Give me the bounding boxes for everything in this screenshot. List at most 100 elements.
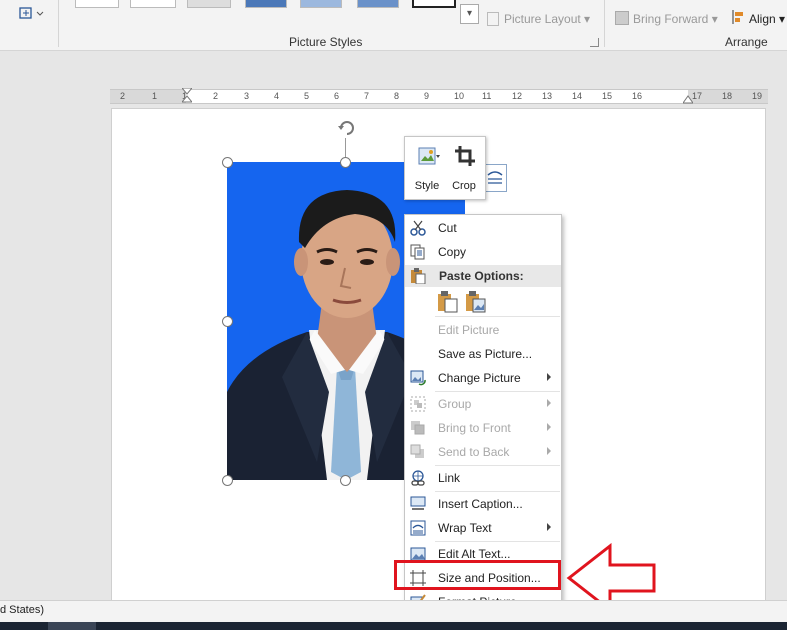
change-picture-icon — [410, 370, 426, 386]
crop-label: Crop — [452, 180, 476, 192]
style-button[interactable]: Style — [408, 143, 446, 195]
ribbon: ▾ Picture Layout ▾ Picture Styles Bring … — [0, 0, 787, 51]
link-icon — [410, 470, 426, 486]
paste-icon — [410, 268, 426, 285]
picture-layout-icon — [487, 12, 499, 26]
picture-style-4[interactable] — [245, 0, 287, 8]
ruler-number: 7 — [364, 91, 370, 101]
ruler-number: 17 — [692, 91, 703, 101]
ruler-number: 16 — [632, 91, 643, 101]
picture-style-icon — [418, 146, 440, 168]
ruler-number: 12 — [512, 91, 523, 101]
menu-label-bring-to-front: Bring to Front — [438, 421, 511, 435]
ruler-number: 2 — [213, 91, 219, 101]
picture-style-7[interactable] — [412, 0, 456, 8]
crop-button[interactable]: Crop — [445, 143, 483, 195]
menu-item-insert-caption[interactable]: Insert Caption... — [405, 492, 561, 516]
align-button[interactable]: Align ▾ — [749, 12, 785, 26]
submenu-arrow-icon — [547, 373, 551, 381]
picture-style-6[interactable] — [357, 0, 399, 8]
ruler-number: 2 — [120, 91, 126, 101]
resize-handle-left[interactable] — [222, 316, 233, 327]
bring-to-front-icon — [410, 420, 426, 436]
picture-style-5[interactable] — [300, 0, 342, 8]
paste-keep-formatting-icon[interactable] — [437, 291, 459, 313]
resize-handle-top[interactable] — [340, 157, 351, 168]
resize-handle-bottom[interactable] — [340, 475, 351, 486]
insert-caption-icon — [410, 496, 426, 512]
crop-icon — [455, 146, 475, 166]
paste-options-label: Paste Options: — [439, 269, 524, 283]
rotate-handle-icon[interactable] — [335, 116, 359, 140]
menu-label-insert-caption: Insert Caption... — [438, 497, 523, 511]
menu-label-send-to-back: Send to Back — [438, 445, 510, 459]
picture-styles-group-label: Picture Styles — [289, 35, 363, 49]
scissors-icon — [410, 220, 426, 236]
bring-forward-icon — [615, 11, 629, 25]
ruler-number: 8 — [394, 91, 400, 101]
indent-marker-icon[interactable] — [180, 87, 194, 104]
menu-item-group[interactable]: Group — [405, 392, 561, 416]
dialog-launcher-icon[interactable] — [590, 38, 599, 47]
picture-style-2[interactable] — [130, 0, 176, 8]
bring-forward-button[interactable]: Bring Forward ▾ — [633, 12, 718, 26]
ruler-number: 11 — [482, 91, 492, 101]
arrange-group-label: Arrange — [725, 35, 768, 49]
paste-picture-icon[interactable] — [465, 291, 487, 313]
menu-item-save-as-picture[interactable]: Save as Picture... — [405, 342, 561, 366]
menu-item-link[interactable]: Link — [405, 466, 561, 490]
menu-item-copy[interactable]: Copy — [405, 240, 561, 264]
resize-handle-bottom-left[interactable] — [222, 475, 233, 486]
ruler-number: 6 — [334, 91, 340, 101]
menu-label-wrap-text: Wrap Text — [438, 521, 492, 535]
status-text: d States) — [0, 604, 45, 616]
gallery-more-button[interactable]: ▾ — [460, 4, 479, 24]
paste-options-header: Paste Options: — [405, 265, 561, 287]
right-indent-marker-icon[interactable] — [682, 93, 694, 104]
menu-label-group: Group — [438, 397, 472, 411]
submenu-arrow-icon — [547, 523, 551, 531]
picture-layout-button[interactable]: Picture Layout ▾ — [504, 12, 590, 26]
ruler-number: 14 — [572, 91, 583, 101]
layout-options-icon[interactable] — [483, 164, 507, 192]
status-bar: d States) — [0, 600, 787, 623]
undo-layout-icon[interactable] — [18, 5, 44, 21]
menu-label-edit-alt-text: Edit Alt Text... — [438, 547, 511, 561]
wrap-text-icon — [410, 520, 426, 536]
copy-icon — [410, 244, 426, 260]
menu-item-edit-picture[interactable]: Edit Picture — [405, 318, 561, 342]
horizontal-ruler[interactable]: 2 1 1 2 3 4 5 6 7 8 9 10 11 12 13 14 15 16 17 18 19 — [110, 87, 768, 104]
submenu-arrow-icon — [547, 423, 551, 431]
annotation-highlight-box — [394, 560, 561, 590]
menu-label-save-as-picture: Save as Picture... — [438, 347, 533, 361]
resize-handle-top-left[interactable] — [222, 157, 233, 168]
menu-label-copy: Copy — [438, 245, 467, 259]
menu-label-link: Link — [438, 471, 461, 485]
align-icon — [732, 10, 744, 24]
taskbar — [0, 622, 787, 630]
ruler-number: 5 — [304, 91, 310, 101]
menu-label-cut: Cut — [438, 221, 457, 235]
menu-item-wrap-text[interactable]: Wrap Text — [405, 516, 561, 540]
ruler-number: 1 — [152, 91, 158, 101]
ruler-number: 4 — [274, 91, 280, 101]
ruler-number: 19 — [752, 91, 763, 101]
picture-style-1[interactable] — [75, 0, 119, 8]
ruler-number: 9 — [424, 91, 430, 101]
menu-item-send-to-back[interactable]: Send to Back — [405, 440, 561, 464]
context-menu: Cut Copy Paste Options: Edit Picture Sav… — [404, 214, 562, 618]
ruler-number: 18 — [722, 91, 733, 101]
mini-toolbar: Style Crop — [404, 136, 486, 200]
picture-style-3[interactable] — [187, 0, 231, 8]
submenu-arrow-icon — [547, 399, 551, 407]
ruler-number: 3 — [244, 91, 250, 101]
menu-item-change-picture[interactable]: Change Picture — [405, 366, 561, 390]
menu-item-cut[interactable]: Cut — [405, 216, 561, 240]
taskbar-button[interactable] — [48, 622, 96, 630]
send-to-back-icon — [410, 444, 426, 460]
menu-label-change-picture: Change Picture — [438, 371, 521, 385]
group-icon — [410, 396, 426, 412]
menu-item-bring-to-front[interactable]: Bring to Front — [405, 416, 561, 440]
ruler-number: 13 — [542, 91, 553, 101]
menu-label-edit-picture: Edit Picture — [438, 323, 500, 337]
